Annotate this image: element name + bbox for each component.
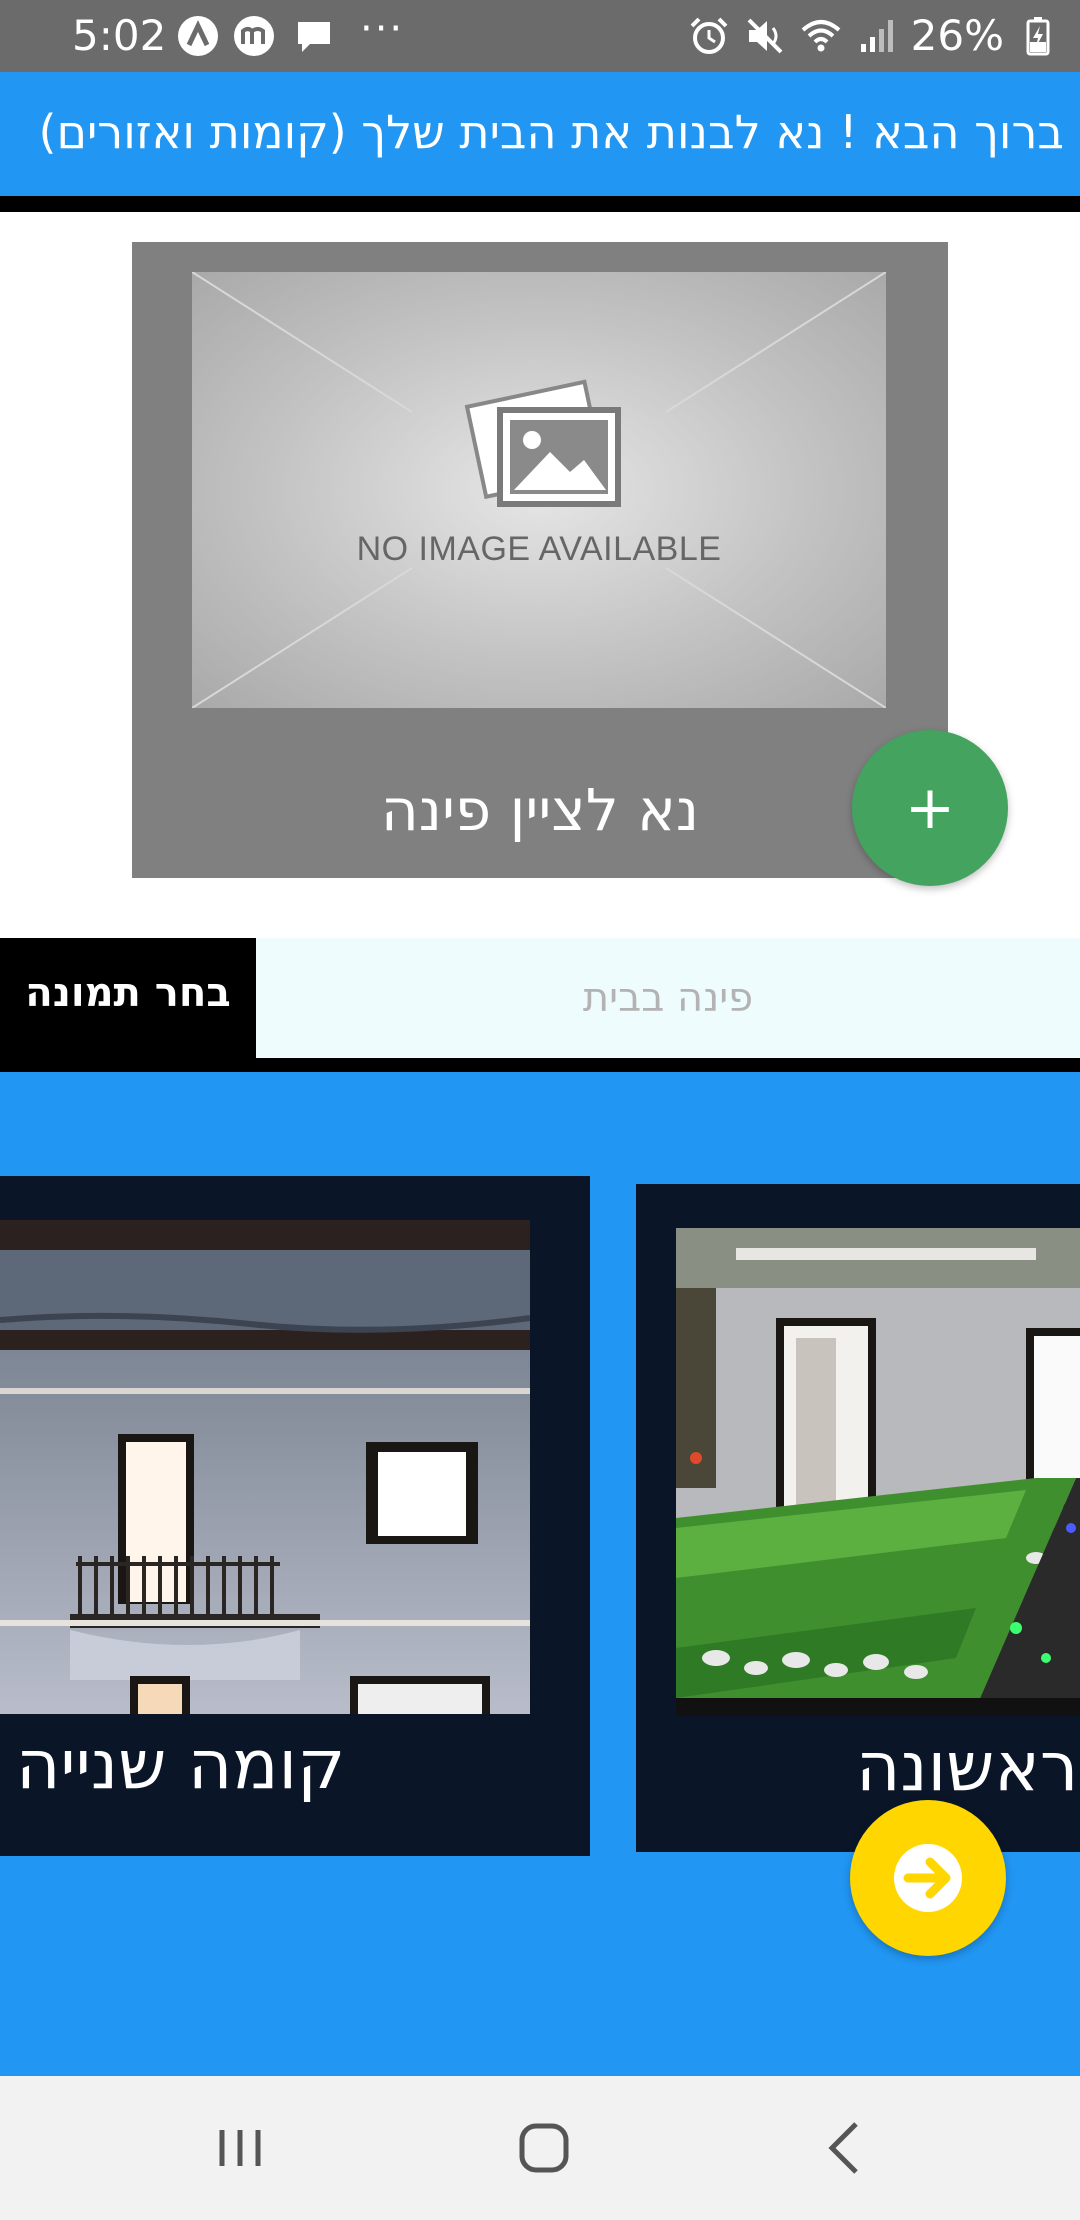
next-button[interactable] <box>850 1800 1006 1956</box>
floor-label-second: קומה שנייה <box>16 1726 346 1805</box>
header-divider <box>0 196 1080 212</box>
floor-label-first: ראשונה <box>856 1728 1079 1807</box>
floors-carousel[interactable]: קומה שנייה ראשונה <box>0 1072 1080 2076</box>
choose-image-button[interactable]: בחר תמונה <box>0 938 256 1058</box>
m-circle-icon <box>234 16 274 56</box>
system-nav-bar <box>0 2076 1080 2220</box>
message-icon <box>298 22 330 52</box>
back-icon <box>828 2122 858 2174</box>
a-circle-icon <box>178 16 218 56</box>
status-bar: 5:02 ··· 26% <box>0 0 1080 72</box>
battery-percent: 26% <box>910 11 1004 60</box>
battery-charging-icon <box>1026 17 1050 56</box>
page-title: ברוך הבא ! נא לבנות את הבית שלך (קומות ו… <box>38 105 1065 159</box>
no-image-text: NO IMAGE AVAILABLE <box>356 530 722 568</box>
corner-caption: נא לציין פינה <box>380 776 700 844</box>
signal-icon <box>860 20 893 52</box>
no-image-placeholder: NO IMAGE AVAILABLE <box>192 272 886 708</box>
corner-image-card: NO IMAGE AVAILABLE נא לציין פינה <box>132 242 948 878</box>
photo-icon <box>464 379 621 507</box>
app-header: ברוך הבא ! נא לבנות את הבית שלך (קומות ו… <box>0 72 1080 196</box>
corner-form: בחר תמונה <box>0 938 1080 1058</box>
alarm-icon <box>690 17 728 54</box>
arrow-right-icon <box>894 1844 962 1912</box>
overflow-dots: ··· <box>360 6 405 52</box>
recent-apps-button[interactable] <box>208 2116 272 2180</box>
home-button[interactable] <box>512 2116 576 2180</box>
input-divider <box>0 1058 1080 1072</box>
back-button[interactable] <box>814 2116 878 2180</box>
corner-name-input[interactable] <box>256 938 1080 1058</box>
recent-apps-icon <box>219 2130 261 2166</box>
floor-photo-second <box>0 1220 530 1714</box>
home-icon <box>519 2123 569 2173</box>
floor-card-first[interactable]: ראשונה <box>636 1184 1080 1852</box>
mute-icon <box>747 18 783 54</box>
wifi-icon <box>801 20 840 52</box>
floor-card-second[interactable]: קומה שנייה <box>0 1176 590 1856</box>
status-right-group: 26% <box>687 10 1060 62</box>
status-time: 5:02 <box>72 11 167 60</box>
add-corner-button[interactable]: + <box>852 730 1008 886</box>
floor-photo-first <box>676 1228 1080 1716</box>
